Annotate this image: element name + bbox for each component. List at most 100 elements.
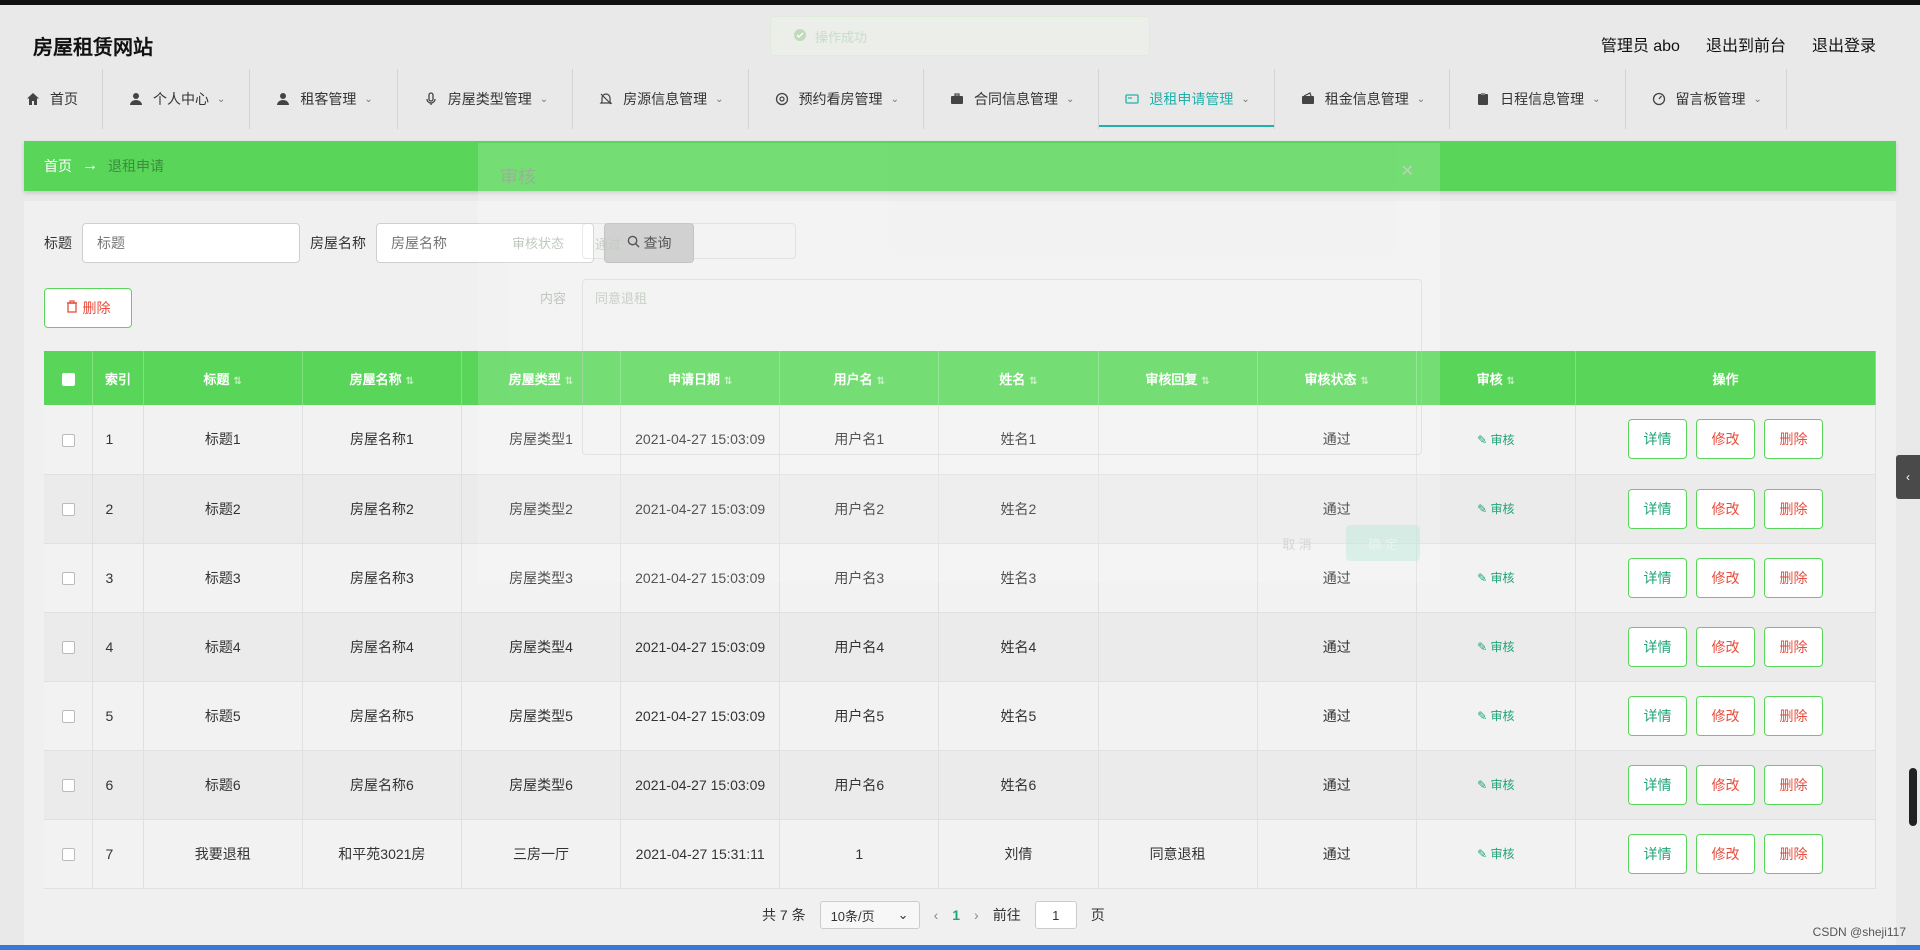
audit-link[interactable]: ✎ 审核	[1477, 847, 1514, 861]
detail-button[interactable]: 详情	[1627, 764, 1687, 805]
row-checkbox[interactable]	[61, 779, 75, 793]
row-checkbox[interactable]	[61, 572, 75, 586]
detail-button[interactable]: 详情	[1627, 833, 1687, 874]
edit-button[interactable]: 修改	[1695, 626, 1755, 667]
row-checkbox[interactable]	[61, 710, 75, 724]
edit-button[interactable]: 修改	[1695, 695, 1755, 736]
dialog-status-select[interactable]: 通过	[582, 223, 796, 259]
detail-button[interactable]: 详情	[1627, 419, 1687, 460]
row-select-cell	[44, 405, 94, 474]
edit-button[interactable]: 修改	[1695, 419, 1755, 460]
delete-button[interactable]: 删除	[1763, 488, 1823, 529]
dialog-content-textarea[interactable]: 同意退租	[582, 279, 1422, 455]
side-collapse-tab[interactable]: ‹	[1896, 455, 1920, 499]
prev-page-icon[interactable]: ‹	[934, 907, 939, 923]
delete-button[interactable]: 删除	[1763, 419, 1823, 460]
row-select-cell	[44, 681, 94, 750]
audit-link[interactable]: ✎ 审核	[1477, 571, 1514, 585]
row-checkbox[interactable]	[61, 434, 75, 448]
sort-icon[interactable]: ⇅	[406, 376, 414, 387]
row-select-cell	[44, 543, 94, 612]
scrollbar-thumb[interactable]	[1909, 768, 1917, 826]
delete-button[interactable]: 删除	[1763, 764, 1823, 805]
cell-house: 房屋名称5	[302, 681, 462, 750]
logout-link[interactable]: 退出登录	[1812, 32, 1876, 56]
nav-item-7[interactable]: 退租申请管理 ⌄	[1099, 69, 1275, 129]
cell-status: 通过	[1257, 819, 1417, 888]
audit-link[interactable]: ✎ 审核	[1477, 709, 1514, 723]
delete-button[interactable]: 删除	[1763, 833, 1823, 874]
row-checkbox[interactable]	[61, 848, 75, 862]
column-header[interactable]: 审核 ⇅	[1416, 351, 1576, 405]
select-all-checkbox[interactable]	[61, 372, 75, 386]
column-header[interactable]: 房屋名称 ⇅	[302, 351, 462, 405]
close-icon[interactable]: ✕	[1401, 161, 1414, 181]
nav-item-10[interactable]: 留言板管理 ⌄	[1626, 69, 1787, 129]
audit-cell: ✎ 审核	[1416, 819, 1576, 888]
sort-icon[interactable]: ⇅	[1507, 376, 1515, 387]
ops-cell: 详情 修改 删除	[1575, 681, 1877, 750]
sort-icon[interactable]: ⇅	[234, 376, 242, 387]
dialog-ok-button[interactable]: 确 定	[1346, 525, 1420, 561]
pager-current-page[interactable]: 1	[952, 907, 960, 923]
audit-link-label: 审核	[1490, 640, 1515, 654]
batch-delete-label: 删除	[82, 300, 111, 316]
detail-button[interactable]: 详情	[1627, 557, 1687, 598]
nav-item-4[interactable]: 房源信息管理 ⌄	[573, 69, 749, 129]
chevron-down-icon: ⌄	[1241, 93, 1250, 105]
cell-house: 房屋名称2	[302, 474, 462, 543]
delete-button[interactable]: 删除	[1763, 557, 1823, 598]
edit-button[interactable]: 修改	[1695, 557, 1755, 598]
nav-item-9[interactable]: 日程信息管理 ⌄	[1450, 69, 1626, 129]
cell-username: 用户名5	[779, 681, 940, 750]
nav-item-0[interactable]: 首页	[0, 69, 103, 129]
success-toast: 操作成功	[770, 16, 1150, 56]
nav-item-1[interactable]: 个人中心 ⌄	[103, 69, 251, 129]
breadcrumb-home[interactable]: 首页	[44, 156, 72, 176]
detail-button[interactable]: 详情	[1627, 626, 1687, 667]
detail-button[interactable]: 详情	[1627, 695, 1687, 736]
edit-button[interactable]: 修改	[1695, 764, 1755, 805]
next-page-icon[interactable]: ›	[974, 907, 979, 923]
audit-cell: ✎ 审核	[1416, 750, 1576, 819]
column-header-label: 操作	[1712, 371, 1739, 387]
nav-item-8[interactable]: 租金信息管理 ⌄	[1275, 69, 1451, 129]
edit-button[interactable]: 修改	[1695, 488, 1755, 529]
row-checkbox[interactable]	[61, 641, 75, 655]
audit-link-label: 审核	[1490, 709, 1515, 723]
audit-link[interactable]: ✎ 审核	[1477, 778, 1514, 792]
delete-button[interactable]: 删除	[1763, 626, 1823, 667]
audit-cell: ✎ 审核	[1416, 405, 1576, 474]
nav-item-3[interactable]: 房屋类型管理 ⌄	[398, 69, 574, 129]
goto-page-input[interactable]: 1	[1034, 901, 1077, 929]
ops-cell: 详情 修改 删除	[1575, 750, 1877, 819]
column-header[interactable]: 标题 ⇅	[143, 351, 303, 405]
breadcrumb-current: 退租申请	[108, 158, 164, 174]
row-select-cell	[44, 612, 94, 681]
row-checkbox[interactable]	[61, 503, 75, 517]
nav-item-label: 房源信息管理	[623, 91, 708, 107]
nav-item-2[interactable]: 租客管理 ⌄	[250, 69, 398, 129]
cell-name: 刘倩	[938, 819, 1099, 888]
edit-button[interactable]: 修改	[1695, 833, 1755, 874]
title-input[interactable]	[82, 223, 300, 263]
edit-icon: ✎	[1477, 432, 1488, 447]
page-size-value: 10条/页	[830, 908, 875, 924]
to-front-link[interactable]: 退出到前台	[1706, 32, 1786, 56]
dialog-cancel-button[interactable]: 取 消	[1264, 525, 1330, 561]
audit-link[interactable]: ✎ 审核	[1477, 433, 1514, 447]
audit-link[interactable]: ✎ 审核	[1477, 502, 1514, 516]
batch-delete-button[interactable]: 删除	[44, 288, 132, 328]
nav-item-5[interactable]: 预约看房管理 ⌄	[749, 69, 924, 129]
goto-suffix: 页	[1090, 907, 1105, 923]
dialog-status-label: 审核状态	[512, 236, 565, 251]
cell-status: 通过	[1257, 750, 1417, 819]
delete-button[interactable]: 删除	[1763, 695, 1823, 736]
nav-item-6[interactable]: 合同信息管理 ⌄	[924, 69, 1100, 129]
audit-link[interactable]: ✎ 审核	[1477, 640, 1514, 654]
detail-button[interactable]: 详情	[1627, 488, 1687, 529]
wallet-icon	[1299, 90, 1317, 108]
breadcrumb-arrow: →	[82, 157, 98, 174]
page-size-select[interactable]: 10条/页 ⌄	[819, 901, 920, 929]
nav-item-label: 日程信息管理	[1500, 91, 1585, 107]
